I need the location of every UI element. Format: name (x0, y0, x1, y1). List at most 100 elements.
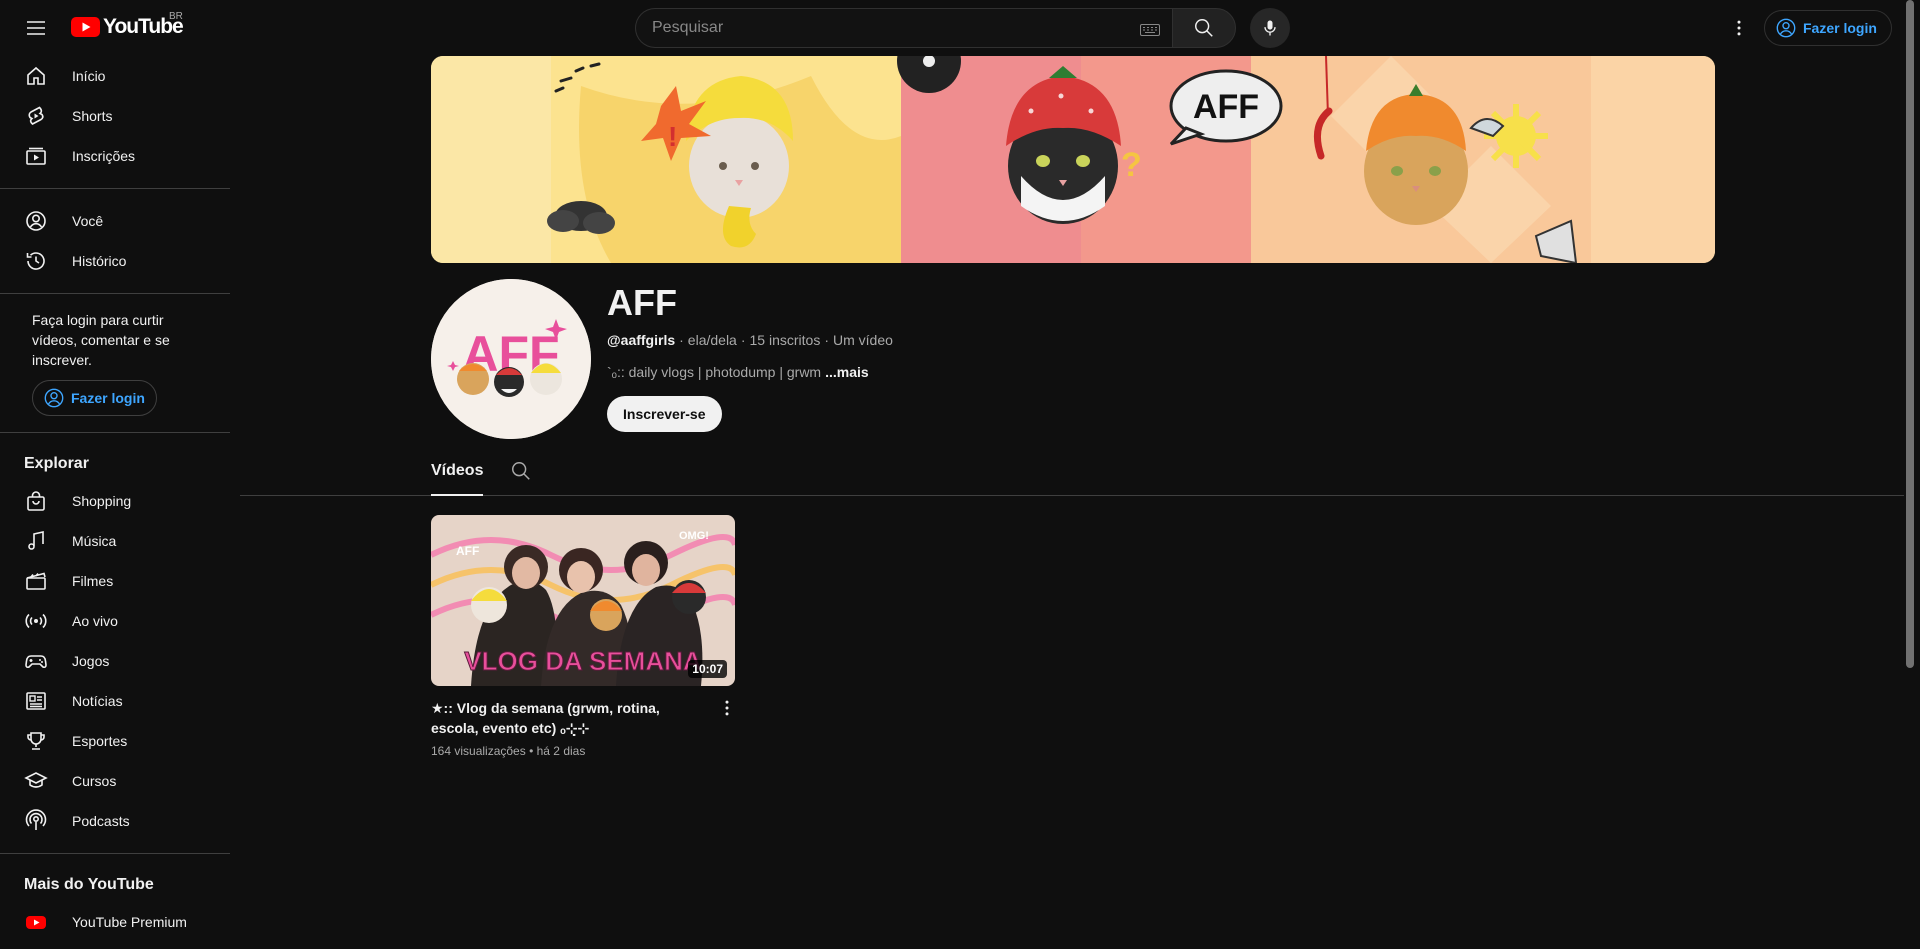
sidebar-item-musica[interactable]: Música (0, 521, 230, 561)
voice-search-button[interactable] (1250, 8, 1290, 48)
sidebar-item-podcasts[interactable]: Podcasts (0, 801, 230, 841)
subscriptions-icon (24, 144, 48, 168)
clapperboard-icon (24, 569, 48, 593)
youtube-logo[interactable]: YouTube (71, 15, 184, 39)
video-options-button[interactable] (715, 696, 739, 720)
meta-separator: · (679, 332, 684, 348)
live-icon (24, 609, 48, 633)
sidebar-item-shopping[interactable]: Shopping (0, 481, 230, 521)
channel-search-icon[interactable] (510, 460, 534, 484)
sidebar-item-voce[interactable]: Você (0, 201, 230, 241)
sidebar-divider (0, 188, 230, 189)
podcast-icon (24, 809, 48, 833)
channel-pronouns: ela/dela (687, 332, 737, 348)
sign-in-label: Fazer login (71, 390, 145, 406)
country-code: BR (169, 11, 183, 22)
top-bar: YouTube BR Fazer login (0, 0, 1904, 56)
sign-in-label: Fazer login (1803, 20, 1877, 36)
sidebar-item-inscricoes[interactable]: Inscrições (0, 136, 230, 176)
video-title[interactable]: ★:: Vlog da semana (grwm, rotina, escola… (431, 698, 701, 738)
sidebar-item-label: Notícias (72, 693, 123, 709)
video-count: Um vídeo (833, 332, 893, 348)
news-icon (24, 689, 48, 713)
channel-page: ? AFF ! AFF AFF @aaffgirls · ela/dela · … (240, 56, 1904, 949)
sidebar-item-label: Inscrições (72, 148, 136, 164)
explore-heading: Explorar (24, 455, 89, 472)
sidebar-item-label: Jogos (72, 653, 110, 669)
settings-menu-button[interactable] (1723, 12, 1755, 44)
sidebar-item-label: Cursos (72, 773, 117, 789)
sidebar-item-jogos[interactable]: Jogos (0, 641, 230, 681)
sidebar-item-label: Início (72, 68, 106, 84)
sidebar-item-shorts[interactable]: Shorts (0, 96, 230, 136)
user-circle-icon (44, 388, 64, 408)
home-icon (24, 64, 48, 88)
channel-description[interactable]: `ₒ:: daily vlogs | photodump | grwm ...ma… (607, 364, 869, 380)
sidebar-item-label: Música (72, 533, 117, 549)
youtube-play-icon (71, 17, 100, 37)
thumb-tag-right: OMG! (679, 530, 709, 542)
menu-icon[interactable] (20, 12, 52, 44)
video-duration: 10:07 (688, 660, 727, 678)
sidebar-item-label: YouTube Premium (72, 914, 187, 930)
meta-separator: • (529, 744, 537, 758)
sidebar-item-label: Shopping (72, 493, 132, 509)
sign-in-button[interactable]: Fazer login (1764, 10, 1892, 46)
sidebar-item-noticias[interactable]: Notícias (0, 681, 230, 721)
thumb-tag-left: AFF (456, 544, 479, 558)
sidebar-item-cursos[interactable]: Cursos (0, 761, 230, 801)
youtube-premium-icon (24, 910, 48, 934)
page-scrollbar[interactable] (1906, 0, 1914, 668)
search-button[interactable] (1172, 8, 1236, 48)
video-meta: 164 visualizações • há 2 dias (431, 744, 735, 758)
svg-text:!: ! (668, 121, 677, 152)
sidebar-item-esportes[interactable]: Esportes (0, 721, 230, 761)
sidebar-item-label: Você (72, 213, 104, 229)
search-icon (1195, 19, 1213, 37)
gamepad-icon (24, 649, 48, 673)
sidebar-item-label: Histórico (72, 253, 127, 269)
video-age: há 2 dias (536, 744, 586, 758)
more-from-youtube-heading: Mais do YouTube (24, 876, 154, 893)
search-bar (635, 8, 1236, 48)
user-circle-icon (1776, 18, 1796, 38)
sidebar-item-filmes[interactable]: Filmes (0, 561, 230, 601)
channel-banner: ? AFF ! (431, 56, 1715, 263)
video-card[interactable]: AFF OMG! VLOG DA SEMANA 10:07 ★:: Vlog d… (431, 515, 735, 758)
sidebar-item-label: Ao vivo (72, 613, 118, 629)
graduation-cap-icon (24, 769, 48, 793)
sidebar-sign-in-button[interactable]: Fazer login (32, 380, 157, 416)
music-note-icon (24, 529, 48, 553)
thumb-title-text: VLOG DA SEMANA (464, 646, 702, 676)
sidebar-item-historico[interactable]: Histórico (0, 241, 230, 281)
subscribe-button[interactable]: Inscrever-se (607, 396, 722, 432)
channel-handle[interactable]: @aaffgirls (607, 332, 675, 348)
video-views: 164 visualizações (431, 744, 526, 758)
search-box (635, 8, 1172, 48)
sidebar-divider (0, 432, 230, 433)
svg-text:?: ? (1121, 146, 1142, 184)
sidebar-item-label: Esportes (72, 733, 128, 749)
sidebar-item-label: Podcasts (72, 813, 130, 829)
shorts-icon (24, 104, 48, 128)
keyboard-icon[interactable] (1140, 23, 1160, 41)
sidebar-item-youtube-premium[interactable]: YouTube Premium (0, 902, 230, 942)
sidebar-item-label: Filmes (72, 573, 114, 589)
description-more-link[interactable]: ...mais (825, 364, 869, 380)
sidebar-divider (0, 293, 230, 294)
shopping-bag-icon (24, 489, 48, 513)
channel-name: AFF (607, 282, 677, 323)
sidebar: Início Shorts Inscrições Você Histórico Faç… (0, 56, 230, 949)
more-vertical-icon (1737, 20, 1741, 36)
sidebar-item-inicio[interactable]: Início (0, 56, 230, 96)
search-input[interactable] (652, 19, 1132, 37)
channel-avatar[interactable]: AFF (431, 279, 591, 439)
microphone-icon (1264, 20, 1276, 36)
tab-videos[interactable]: Vídeos (431, 448, 484, 496)
meta-separator: · (824, 332, 829, 348)
more-vertical-icon (725, 700, 729, 716)
sidebar-item-ao-vivo[interactable]: Ao vivo (0, 601, 230, 641)
video-thumbnail[interactable]: AFF OMG! VLOG DA SEMANA 10:07 (431, 515, 735, 686)
trophy-icon (24, 729, 48, 753)
login-prompt-text: Faça login para curtir vídeos, comentar … (32, 312, 170, 368)
